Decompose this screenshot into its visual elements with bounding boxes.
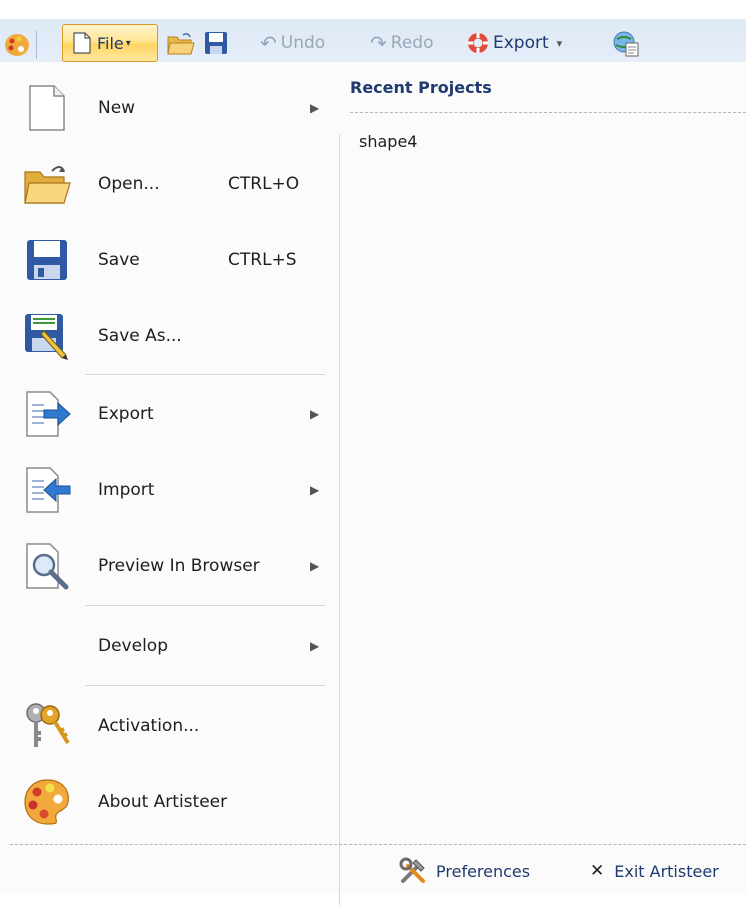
menu-item-label: Save	[98, 250, 140, 270]
tools-icon	[399, 857, 425, 883]
menu-item-save[interactable]: Save CTRL+S	[10, 224, 330, 296]
undo-label: Undo	[280, 33, 326, 53]
web-preview-button[interactable]	[612, 30, 640, 58]
menu-item-label: Save As...	[98, 326, 182, 346]
menu-item-save-as[interactable]: Save As...	[10, 300, 330, 372]
keys-icon	[26, 703, 70, 747]
palette-icon	[24, 779, 69, 825]
recent-project-item[interactable]: shape4	[359, 132, 417, 151]
submenu-arrow-icon: ▶	[310, 639, 320, 653]
menu-divider	[85, 374, 325, 375]
menu-item-label: Export	[98, 404, 154, 424]
export-label: Export	[493, 33, 549, 53]
menu-item-label: Develop	[98, 636, 168, 656]
menu-item-develop[interactable]: Develop ▶	[10, 610, 330, 682]
footer-divider	[10, 844, 746, 845]
preferences-button[interactable]: Preferences	[398, 854, 530, 888]
menu-item-label: About Artisteer	[98, 792, 228, 812]
menu-item-open[interactable]: Open... CTRL+O	[10, 148, 330, 220]
close-icon: ✕	[590, 861, 605, 881]
submenu-arrow-icon: ▶	[310, 559, 320, 573]
redo-icon: ↷	[370, 31, 387, 55]
preview-magnifier-icon	[26, 543, 69, 590]
export-lifebuoy-icon	[468, 33, 488, 53]
menu-item-shortcut: CTRL+O	[228, 174, 300, 194]
menu-divider	[85, 685, 325, 686]
menu-item-preview-in-browser[interactable]: Preview In Browser ▶	[10, 530, 330, 602]
chevron-down-icon: ▾	[125, 37, 131, 49]
menu-item-shortcut: CTRL+S	[228, 250, 297, 270]
menu-item-export[interactable]: Export ▶	[10, 378, 330, 450]
menu-item-label: New	[98, 98, 136, 118]
file-menu-button[interactable]: File ▾	[62, 24, 158, 62]
menu-item-label: Activation...	[98, 716, 200, 736]
menu-item-new[interactable]: New ▶	[10, 72, 330, 144]
export-icon	[26, 391, 71, 437]
submenu-arrow-icon: ▶	[310, 483, 320, 497]
recent-projects-title: Recent Projects	[350, 78, 492, 97]
preferences-label: Preferences	[436, 861, 531, 881]
menu-item-import[interactable]: Import ▶	[10, 454, 330, 526]
file-menu-label: File	[97, 33, 124, 53]
redo-label: Redo	[390, 33, 434, 53]
chevron-down-icon: ▾	[556, 36, 563, 50]
open-folder-icon	[24, 166, 71, 204]
toolbar-divider	[36, 31, 37, 59]
exit-label: Exit Artisteer	[614, 861, 719, 881]
save-disk-icon	[27, 240, 67, 280]
app-palette-icon[interactable]	[4, 32, 30, 58]
undo-icon: ↶	[260, 31, 277, 55]
undo-button[interactable]: ↶ Undo	[260, 31, 325, 55]
submenu-arrow-icon: ▶	[310, 407, 320, 421]
open-folder-icon	[167, 33, 195, 55]
menu-divider	[85, 605, 325, 606]
open-button[interactable]	[166, 31, 196, 57]
recent-projects-pane: Recent Projects shape4	[341, 72, 746, 854]
export-button[interactable]: Export ▾	[466, 31, 562, 55]
save-button[interactable]	[204, 31, 228, 55]
exit-button[interactable]: ✕ Exit Artisteer	[590, 854, 719, 888]
recent-projects-divider	[350, 112, 746, 113]
menu-item-label: Open...	[98, 174, 160, 194]
submenu-arrow-icon: ▶	[310, 101, 320, 115]
menu-item-label: Preview In Browser	[98, 556, 260, 576]
menu-item-label: Import	[98, 480, 155, 500]
new-document-icon	[29, 85, 65, 131]
menu-item-activation[interactable]: Activation...	[10, 690, 330, 762]
import-icon	[26, 467, 71, 513]
file-menu-dropdown: New ▶ Open... CTRL+O Save CTRL+S Save As…	[0, 62, 746, 905]
redo-button[interactable]: ↷ Redo	[370, 31, 433, 55]
save-disk-icon	[205, 32, 227, 54]
globe-document-icon	[613, 31, 639, 57]
document-icon	[73, 32, 91, 54]
save-as-icon	[25, 314, 68, 360]
menu-item-about[interactable]: About Artisteer	[10, 766, 330, 838]
pane-divider	[339, 134, 340, 905]
